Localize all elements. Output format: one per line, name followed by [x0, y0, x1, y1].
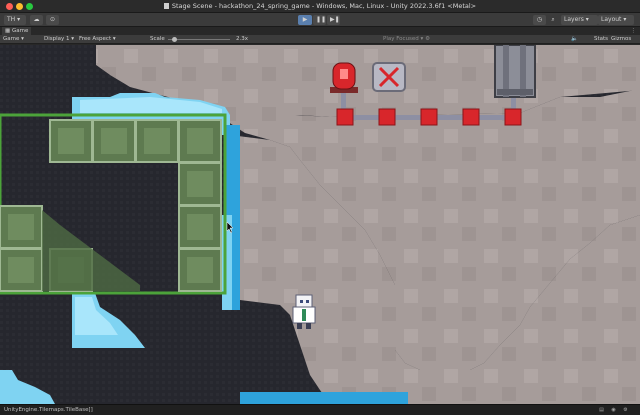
status-bar: UnityEngine.Tilemaps.TileBase[] ▤ ◉ ⚙: [0, 404, 640, 415]
green-block-inner: [187, 128, 213, 154]
mute-audio-icon[interactable]: 🔈: [571, 35, 578, 44]
scale-slider-knob[interactable]: [172, 37, 177, 42]
cloud-icon[interactable]: ☁: [30, 15, 43, 25]
account-button[interactable]: TH ▾: [4, 15, 26, 25]
search-icon[interactable]: ⌕: [548, 15, 558, 25]
game-scene: [0, 45, 640, 404]
document-icon: [163, 3, 169, 9]
layout-label: Layout: [601, 16, 622, 23]
x-crate: [372, 62, 406, 92]
tab-game-label: Game: [11, 28, 29, 34]
title-bar: Stage Scene - hackathon_24_spring_game -…: [0, 0, 640, 13]
red-node: [504, 108, 522, 126]
window-title: Stage Scene - hackathon_24_spring_game -…: [0, 2, 640, 10]
main-toolbar: TH ▾ ☁ ⊙ ▶ ❚❚ ▶❚ ◷ ⌕ Layers ▾ Layout ▾: [0, 13, 640, 27]
scale-value: 2.3x: [236, 36, 249, 42]
green-block-inner: [187, 171, 213, 197]
layout-dropdown[interactable]: Layout ▾: [598, 15, 634, 25]
tab-menu-icon[interactable]: ⋮: [631, 27, 637, 35]
tab-game[interactable]: ▦ Game: [2, 27, 32, 35]
green-block-inner: [144, 128, 170, 154]
layers-dropdown[interactable]: Layers ▾: [561, 15, 598, 25]
game-view-select[interactable]: Game ▾: [3, 35, 24, 44]
debug-icon[interactable]: ⚙: [622, 407, 629, 413]
tab-bar: ▦ Game ⋮: [0, 27, 640, 35]
progress-icon[interactable]: ▤: [598, 407, 605, 413]
layers-label: Layers: [564, 16, 584, 23]
history-icon[interactable]: ◷: [533, 15, 546, 25]
step-button[interactable]: ▶❚: [327, 15, 340, 25]
scale-slider-track[interactable]: [168, 39, 230, 40]
green-block-inner: [8, 214, 34, 240]
stats-button[interactable]: Stats: [594, 35, 608, 44]
red-node: [378, 108, 396, 126]
account-label: TH: [7, 16, 16, 23]
cache-icon[interactable]: ◉: [610, 407, 617, 413]
green-block-inner: [58, 128, 84, 154]
play-focused-label: Play Focused: [383, 36, 419, 42]
red-node: [420, 108, 438, 126]
red-alarm-switch: [330, 62, 358, 93]
game-view-toolbar: Game ▾ Display 1 ▾ Free Aspect ▾ Scale 2…: [0, 35, 640, 44]
display-select-label: Display 1: [44, 36, 70, 42]
red-node: [336, 108, 354, 126]
green-block-inner: [187, 257, 213, 283]
aspect-select-label: Free Aspect: [79, 36, 112, 42]
play-button[interactable]: ▶: [298, 15, 312, 25]
game-view-select-label: Game: [3, 36, 20, 42]
pause-button[interactable]: ❚❚: [313, 15, 326, 25]
game-view[interactable]: [0, 45, 640, 404]
gizmos-button[interactable]: Gizmos: [611, 35, 631, 44]
green-block-inner: [187, 214, 213, 240]
display-select[interactable]: Display 1 ▾: [44, 35, 74, 44]
collab-icon[interactable]: ⊙: [46, 15, 59, 25]
status-message[interactable]: UnityEngine.Tilemaps.TileBase[]: [4, 406, 93, 415]
metal-gate: [494, 45, 536, 98]
play-focused-select[interactable]: Play Focused ▾ ⚙: [383, 35, 430, 44]
green-block-inner: [101, 128, 127, 154]
unity-editor-window: Stage Scene - hackathon_24_spring_game -…: [0, 0, 640, 415]
window-title-text: Stage Scene - hackathon_24_spring_game -…: [171, 2, 477, 10]
red-node: [462, 108, 480, 126]
water-bottom-strip: [240, 392, 408, 404]
aspect-select[interactable]: Free Aspect ▾: [79, 35, 116, 44]
scale-label: Scale: [150, 36, 165, 42]
green-block-inner: [8, 257, 34, 283]
